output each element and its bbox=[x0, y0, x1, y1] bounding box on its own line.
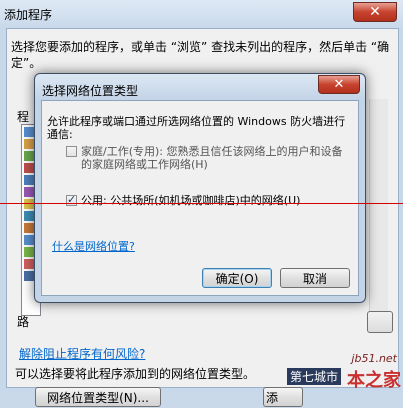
dialog-client-area: 允许此程序或端口通过所选网络位置的 Windows 防火墙进行通信: 家庭/工作… bbox=[41, 100, 359, 296]
watermark-word: 本之家 bbox=[347, 370, 401, 391]
browse-button[interactable] bbox=[367, 311, 393, 333]
public-network-label: 公用: 公共场所(如机场或咖啡店)中的网络(U) bbox=[81, 194, 301, 207]
list-scrollbar[interactable] bbox=[369, 99, 388, 311]
dialog-close-icon[interactable]: ✕ bbox=[318, 75, 360, 94]
network-location-type-button[interactable]: 网络位置类型(N)... bbox=[35, 387, 161, 407]
ok-button[interactable]: 确定(O) bbox=[202, 268, 272, 288]
dialog-message: 允许此程序或端口通过所选网络位置的 Windows 防火墙进行通信: bbox=[47, 115, 346, 141]
what-is-network-location-link[interactable]: 什么是网络位置? bbox=[52, 238, 135, 254]
network-location-dialog: 选择网络位置类型 ✕ 允许此程序或端口通过所选网络位置的 Windows 防火墙… bbox=[34, 73, 366, 303]
dialog-title: 选择网络位置类型 bbox=[42, 84, 139, 98]
network-type-description: 可以选择要将此程序添加到的网络位置类型。 bbox=[15, 367, 256, 381]
unblock-risk-link[interactable]: 解除阻止程序有何风险? bbox=[19, 345, 145, 362]
instruction-text: 选择您要添加的程序，或单击 “浏览” 查找未列出的程序，然后单击 “确定”。 bbox=[11, 40, 390, 70]
red-overlay-line bbox=[0, 203, 403, 204]
private-network-label: 家庭/工作(专用): 您熟悉且信任该网络上的用户和设备的家庭网络或工作网络(H) bbox=[81, 145, 343, 171]
path-label: 路 bbox=[17, 315, 30, 329]
site-watermark: jb51.net 第七城市 本之家 bbox=[287, 352, 403, 392]
public-network-checkbox[interactable] bbox=[66, 193, 77, 206]
watermark-site-name: 第七城市 bbox=[287, 368, 342, 385]
watermark-url: jb51.net bbox=[351, 352, 397, 365]
cancel-button[interactable]: 取消 bbox=[280, 268, 350, 288]
close-icon[interactable]: ✕ bbox=[353, 2, 397, 22]
program-list-label: 程 bbox=[17, 110, 30, 124]
private-network-checkbox[interactable] bbox=[66, 146, 77, 157]
window-title: 添加程序 bbox=[4, 8, 53, 22]
